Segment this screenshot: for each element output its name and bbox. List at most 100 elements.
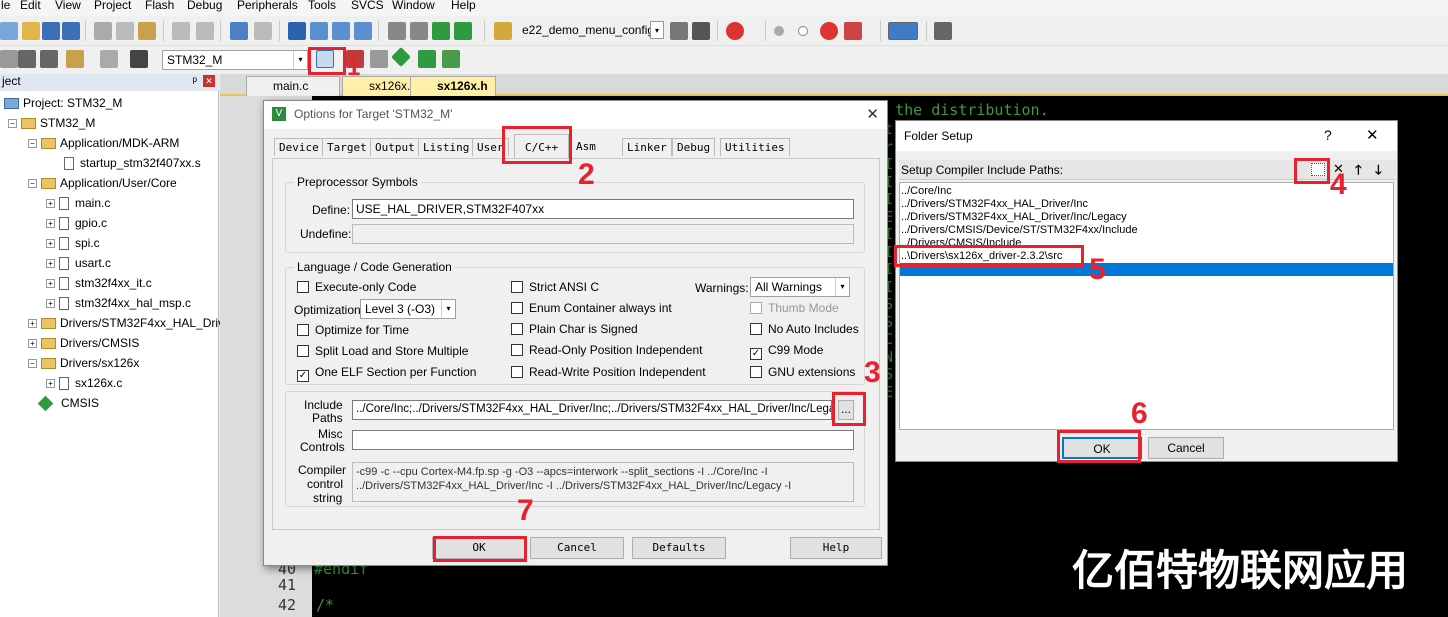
new-file-icon[interactable] — [0, 22, 18, 40]
no-auto-includes-checkbox[interactable]: No Auto Includes — [750, 322, 859, 336]
cancel-button[interactable]: Cancel — [530, 537, 624, 559]
include-paths-input[interactable]: ../Core/Inc;../Drivers/STM32F4xx_HAL_Dri… — [352, 400, 832, 420]
window-layout-icon[interactable] — [888, 22, 918, 40]
translate-icon[interactable] — [0, 50, 18, 68]
tab-target[interactable]: Target — [322, 138, 372, 156]
pin-icon[interactable]: ᵖ — [192, 74, 197, 88]
menu-help[interactable]: Help — [451, 0, 476, 12]
path-item[interactable]: ../Drivers/STM32F4xx_HAL_Driver/Inc — [901, 198, 1088, 210]
help-button[interactable]: Help — [790, 537, 882, 559]
tools-icon[interactable] — [844, 22, 862, 40]
optimize-time-checkbox[interactable]: Optimize for Time — [297, 323, 409, 337]
close-icon[interactable]: ✕ — [203, 75, 215, 87]
stop-icon[interactable] — [798, 26, 808, 36]
stop-build-icon[interactable] — [100, 50, 118, 68]
menu-debug[interactable]: Debug — [187, 0, 222, 12]
menu-tools[interactable]: Tools — [308, 0, 336, 12]
bookmark-icon[interactable] — [288, 22, 306, 40]
path-item[interactable]: ../Drivers/CMSIS/Device/ST/STM32F4xx/Inc… — [901, 224, 1138, 236]
breakpoint-icon[interactable] — [820, 22, 838, 40]
nav-back-icon[interactable] — [230, 22, 248, 40]
menu-view[interactable]: View — [55, 0, 81, 12]
tab-utilities[interactable]: Utilities — [720, 138, 790, 156]
one-elf-checkbox[interactable]: ✓ One ELF Section per Function — [297, 365, 476, 382]
rebuild-icon[interactable] — [40, 50, 58, 68]
menu-window[interactable]: Window — [392, 0, 435, 12]
menu-svcs[interactable]: SVCS — [351, 0, 384, 12]
tree-target[interactable]: − STM32_M — [8, 116, 95, 130]
tree-project-root[interactable]: Project: STM32_M — [4, 96, 122, 110]
menu-peripherals[interactable]: Peripherals — [237, 0, 298, 12]
menu-edit[interactable]: Edit — [20, 0, 41, 12]
paste-icon[interactable] — [138, 22, 156, 40]
tree-file[interactable]: + gpio.c — [46, 216, 107, 231]
define-input[interactable]: USE_HAL_DRIVER,STM32F407xx — [352, 199, 854, 219]
tree-file[interactable]: + spi.c — [46, 236, 100, 251]
find-icon[interactable] — [670, 22, 688, 40]
tree-file[interactable]: + sx126x.c — [46, 376, 122, 391]
comment-icon[interactable] — [432, 22, 450, 40]
config-icon[interactable] — [494, 22, 512, 40]
menu-project[interactable]: Project — [94, 0, 131, 12]
tab-debug[interactable]: Debug — [672, 138, 716, 156]
tree-file[interactable]: + main.c — [46, 196, 110, 211]
undefine-input[interactable] — [352, 224, 854, 244]
open-icon[interactable] — [22, 22, 40, 40]
manage-rte-icon[interactable] — [391, 47, 411, 67]
wrench-icon[interactable] — [934, 22, 952, 40]
select-packs-icon[interactable] — [418, 50, 436, 68]
warnings-select[interactable]: All Warnings ▾ — [750, 277, 850, 297]
tree-file[interactable]: + usart.c — [46, 256, 111, 271]
save-icon[interactable] — [42, 22, 60, 40]
cancel-button[interactable]: Cancel — [1148, 437, 1224, 459]
tree-group-sx126x[interactable]: − Drivers/sx126x — [28, 356, 139, 370]
pack-installer-icon[interactable] — [442, 50, 460, 68]
path-item[interactable]: ../Drivers/STM32F4xx_HAL_Driver/Inc/Lega… — [901, 211, 1127, 223]
unindent-icon[interactable] — [410, 22, 428, 40]
tab-sx126x-h[interactable]: sx126x.h — [410, 76, 496, 96]
defaults-button[interactable]: Defaults — [632, 537, 726, 559]
menu-flash[interactable]: Flash — [145, 0, 174, 12]
ro-position-checkbox[interactable]: Read-Only Position Independent — [511, 343, 702, 357]
execute-only-checkbox[interactable]: Execute-only Code — [297, 280, 416, 294]
menu-file[interactable]: le — [1, 0, 10, 12]
rw-position-checkbox[interactable]: Read-Write Position Independent — [511, 365, 706, 379]
cut-icon[interactable] — [94, 22, 112, 40]
bookmark-clear-icon[interactable] — [354, 22, 372, 40]
enum-container-checkbox[interactable]: Enum Container always int — [511, 301, 672, 315]
tree-group-hal-driver[interactable]: + Drivers/STM32F4xx_HAL_Driv — [28, 316, 224, 330]
tree-cmsis-component[interactable]: CMSIS — [37, 396, 99, 412]
tab-asm[interactable]: Asm — [572, 138, 600, 156]
help-icon[interactable]: ? — [1324, 127, 1332, 143]
tree-group-cmsis[interactable]: + Drivers/CMSIS — [28, 336, 139, 350]
misc-controls-input[interactable] — [352, 430, 854, 450]
tab-linker[interactable]: Linker — [622, 138, 672, 156]
find-in-files-icon[interactable] — [692, 22, 710, 40]
uncomment-icon[interactable] — [454, 22, 472, 40]
plain-char-checkbox[interactable]: Plain Char is Signed — [511, 322, 638, 336]
c99-mode-checkbox[interactable]: ✓ C99 Mode — [750, 343, 823, 360]
tree-file[interactable]: + stm32f4xx_it.c — [46, 276, 152, 291]
tree-file[interactable]: + stm32f4xx_hal_msp.c — [46, 296, 191, 311]
move-up-icon[interactable]: 🡑 — [1355, 161, 1362, 183]
gnu-extensions-checkbox[interactable]: GNU extensions — [750, 365, 855, 379]
file-extensions-icon[interactable] — [370, 50, 388, 68]
close-icon[interactable]: ✕ — [866, 105, 879, 123]
redo-icon[interactable] — [196, 22, 214, 40]
tree-group-mdk-arm[interactable]: − Application/MDK-ARM — [28, 136, 179, 150]
move-down-icon[interactable]: 🡓 — [1375, 161, 1382, 183]
optimization-select[interactable]: Level 3 (-O3) ▾ — [360, 299, 456, 319]
bookmark-next-icon[interactable] — [332, 22, 350, 40]
indent-icon[interactable] — [388, 22, 406, 40]
copy-icon[interactable] — [116, 22, 134, 40]
undo-icon[interactable] — [172, 22, 190, 40]
nav-forward-icon[interactable] — [254, 22, 272, 40]
bookmark-prev-icon[interactable] — [310, 22, 328, 40]
build-icon[interactable] — [18, 50, 36, 68]
path-item[interactable]: ../Core/Inc — [901, 185, 952, 197]
batch-build-icon[interactable] — [66, 50, 84, 68]
tab-output[interactable]: Output — [370, 138, 420, 156]
save-all-icon[interactable] — [62, 22, 80, 40]
tree-group-user-core[interactable]: − Application/User/Core — [28, 176, 177, 190]
run-icon[interactable] — [774, 26, 784, 36]
